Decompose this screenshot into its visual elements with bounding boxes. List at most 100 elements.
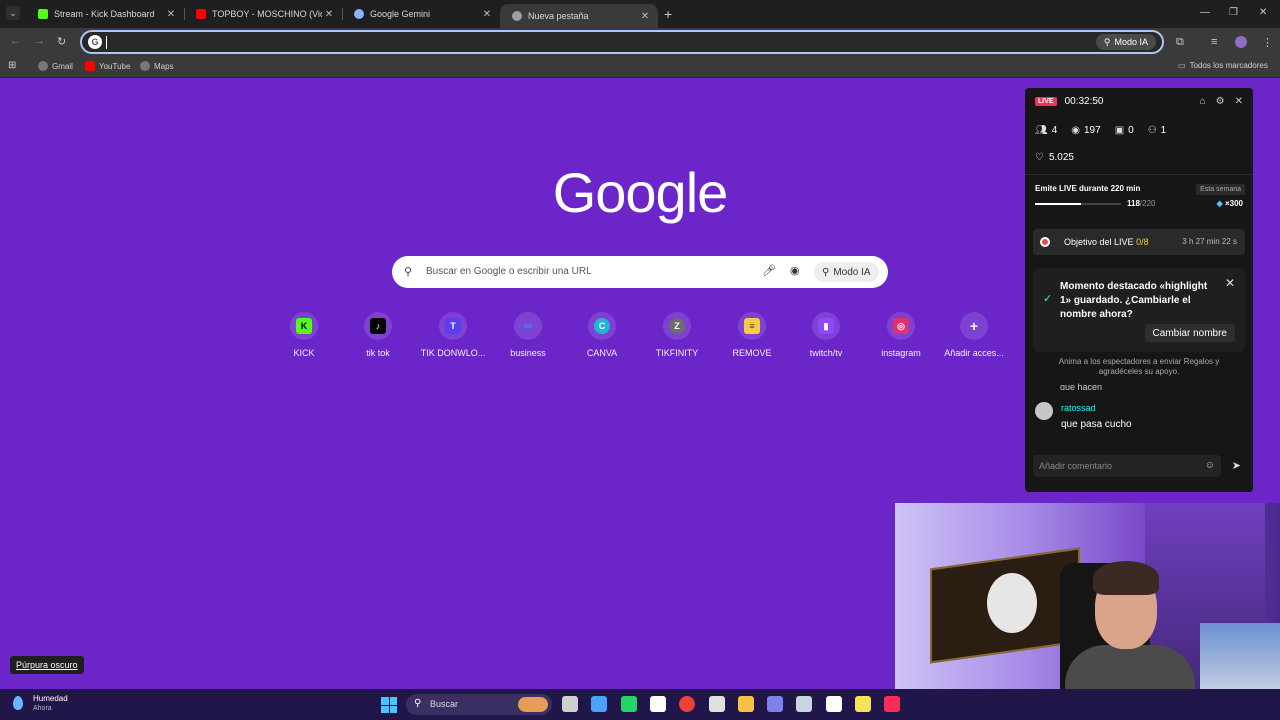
reload-icon[interactable]: ↻ (57, 35, 66, 48)
close-icon[interactable]: ✕ (1225, 276, 1235, 290)
minimize-icon[interactable]: — (1200, 7, 1210, 18)
file-explorer-icon[interactable] (737, 696, 754, 712)
bookmark-youtube[interactable]: YouTube (85, 61, 130, 71)
comment-username[interactable]: ratossad (1061, 403, 1096, 413)
close-icon[interactable]: ✕ (638, 11, 652, 22)
emoji-icon[interactable]: ☺ (1205, 460, 1215, 471)
bookmark-gmail[interactable]: Gmail (38, 61, 73, 71)
shortcut-kick[interactable]: K KICK (268, 312, 340, 358)
modo-ia-button[interactable]: ⚲ Modo IA (1095, 34, 1156, 50)
sticky-notes-icon[interactable] (855, 696, 871, 712)
task-view-icon[interactable] (562, 696, 578, 712)
recorder-icon[interactable] (708, 696, 725, 712)
microphone-icon[interactable]: 🎤︎ (762, 264, 776, 277)
close-icon[interactable]: ✕ (164, 9, 178, 20)
teams-icon[interactable] (767, 696, 784, 712)
send-icon[interactable]: ➤ (1232, 459, 1241, 472)
live-objective-row[interactable]: Objetivo del LIVE 0/8 3 h 27 min 22 s (1033, 229, 1245, 255)
shortcut-tikfinity[interactable]: Z TIKFINITY (641, 312, 713, 358)
windows-taskbar: Humedad Ahora ⚲ Buscar (0, 689, 1280, 720)
live-duration: 00:32:50 (1064, 96, 1104, 107)
shortcut-label: TIKFINITY (655, 348, 699, 358)
shortcut-tik-download[interactable]: T TIK DONWLO... (417, 312, 489, 358)
shortcut-icon-circle: ▮ (812, 312, 840, 340)
goal-text: Emite LIVE durante 220 min (1035, 184, 1141, 193)
gear-icon[interactable]: ⚙ (1216, 96, 1225, 107)
meta-icon: ∞ (523, 318, 533, 333)
gift-icon: ▣ (1114, 125, 1125, 136)
menu-icon[interactable]: ⋮ (1262, 36, 1273, 49)
close-icon[interactable]: ✕ (1235, 96, 1243, 107)
shortcut-remove[interactable]: ≡ REMOVE (716, 312, 788, 358)
shortcut-add[interactable]: + Añadir acces... (938, 312, 1010, 358)
close-icon[interactable]: ✕ (322, 9, 336, 20)
likes-stat: ♡ 5.025 (1035, 152, 1074, 163)
extensions-icon[interactable]: ⧉ (1176, 36, 1184, 49)
goal-progress-count: 118/220 (1127, 199, 1155, 208)
globe-icon (38, 61, 48, 71)
tab-new-tab[interactable]: Nueva pestaña ✕ (500, 4, 658, 28)
capcut-icon[interactable] (649, 696, 666, 712)
shortcut-business[interactable]: ∞ business (492, 312, 564, 358)
forward-icon[interactable]: → (34, 35, 45, 47)
modo-ia-search-button[interactable]: ⚲ Modo IA (814, 262, 879, 282)
shortcut-label: Añadir acces... (944, 348, 1004, 358)
shortcut-instagram[interactable]: ◎ instagram (865, 312, 937, 358)
all-bookmarks-folder[interactable]: ▭ Todos los marcadores (1178, 61, 1268, 70)
eye-icon: ◉ (1071, 125, 1080, 136)
media-icon[interactable]: ≡ (1211, 36, 1217, 48)
tiktok-icon: ♪ (370, 318, 386, 334)
apps-grid-icon[interactable]: ⊞ (8, 60, 16, 71)
bookmark-maps[interactable]: Maps (140, 61, 174, 71)
whatsapp-icon[interactable] (620, 696, 637, 712)
tiktok-icon[interactable] (884, 696, 901, 712)
previous-comment: que hacen (1060, 382, 1103, 390)
capcut-alt-icon[interactable] (825, 696, 842, 712)
shortcut-icon-circle: ≡ (738, 312, 766, 340)
shortcut-label: CANVA (586, 348, 618, 358)
chrome-icon[interactable] (679, 696, 696, 712)
taskbar-search[interactable]: ⚲ Buscar (406, 694, 552, 715)
water-drop-icon[interactable] (13, 696, 23, 710)
rename-button[interactable]: Cambiar nombre (1144, 324, 1235, 342)
address-bar[interactable]: G ⚲ Modo IA (80, 30, 1164, 54)
shortcut-label: TIK DONWLO... (420, 348, 486, 358)
windows-start-icon[interactable] (381, 697, 397, 713)
steam-icon[interactable] (796, 696, 813, 712)
shortcut-tiktok[interactable]: ♪ tik tok (342, 312, 414, 358)
theme-chip[interactable]: Púrpura oscuro (10, 656, 84, 674)
shortcut-canva[interactable]: C CANVA (566, 312, 638, 358)
tab-title: TOPBOY - MOSCHINO (Video Ofi (212, 9, 322, 19)
lock-icon[interactable]: ⌂ (1200, 96, 1206, 107)
tab-kick[interactable]: Stream - Kick Dashboard ✕ (26, 4, 184, 24)
new-tab-icon[interactable]: + (664, 6, 672, 22)
tab-search-button[interactable]: ⌄ (6, 6, 20, 20)
sparkle-search-icon: ⚲ (1103, 36, 1111, 47)
shortcut-icon-circle: K (290, 312, 318, 340)
highlight-message: Momento destacado «highlight 1» guardado… (1060, 281, 1208, 320)
tab-title: Nueva pestaña (528, 11, 589, 21)
tab-gemini[interactable]: Google Gemini ✕ (342, 4, 500, 24)
objective-count: 0/8 (1136, 237, 1149, 247)
layers-icon: ≡ (744, 318, 760, 334)
comment-input[interactable]: Añadir comentario ☺ (1033, 455, 1221, 477)
webcam-person-hair (1093, 561, 1159, 595)
profile-avatar[interactable] (1235, 36, 1247, 48)
copilot-icon[interactable] (591, 696, 608, 712)
live-badge: LIVE (1035, 97, 1057, 106)
back-icon[interactable]: ← (10, 35, 21, 47)
live-stats: 👥︎ 4 ◉ 197 ▣ 0 ⚇ 1 (1035, 125, 1166, 136)
close-icon[interactable]: ✕ (480, 9, 494, 20)
lens-icon[interactable]: ◉ (790, 264, 800, 277)
tab-youtube[interactable]: TOPBOY - MOSCHINO (Video Ofi ✕ (184, 4, 342, 24)
instagram-icon: ◎ (893, 318, 909, 334)
youtube-favicon-icon (196, 9, 206, 19)
restore-icon[interactable]: ❐ (1229, 7, 1238, 18)
close-window-icon[interactable]: ✕ (1259, 7, 1267, 18)
weather-title[interactable]: Humedad (33, 694, 68, 703)
download-icon: T (445, 318, 461, 334)
goal-progress-bar (1035, 203, 1121, 205)
weather-subtitle[interactable]: Ahora (33, 705, 52, 712)
shortcut-twitch[interactable]: ▮ twitch/tv (790, 312, 862, 358)
google-search-box[interactable]: ⚲ Buscar en Google o escribir una URL 🎤︎… (392, 256, 888, 288)
